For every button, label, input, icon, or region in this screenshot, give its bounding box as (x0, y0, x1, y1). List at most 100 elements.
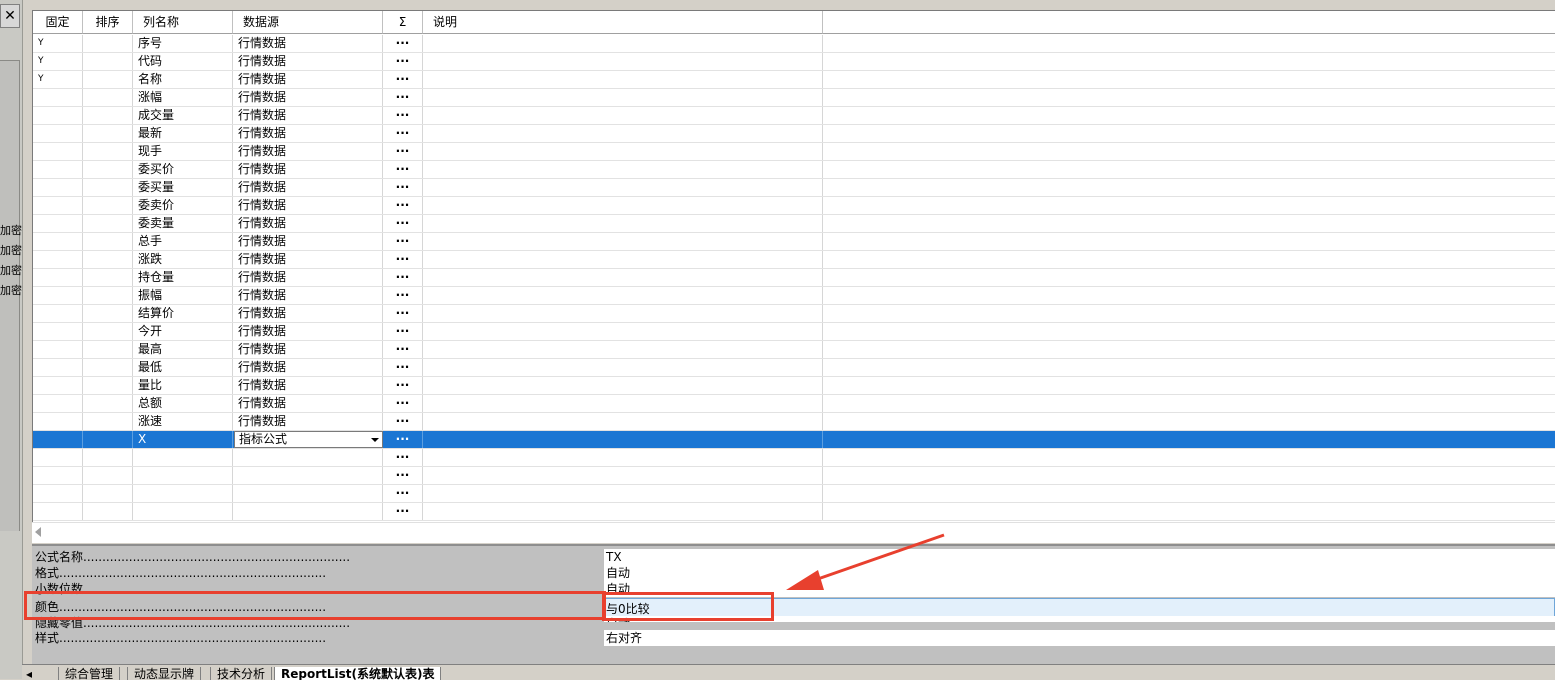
cell-column-name[interactable]: 持仓量 (133, 269, 233, 286)
cell-data-source[interactable]: 行情数据 (233, 251, 383, 268)
header-data-source[interactable]: 数据源 (233, 11, 383, 34)
cell-sort[interactable] (83, 503, 133, 520)
cell-fixed[interactable] (33, 197, 83, 214)
cell-data-source[interactable]: 行情数据 (233, 53, 383, 70)
cell-description[interactable] (423, 413, 823, 430)
cell-column-name[interactable]: 总额 (133, 395, 233, 412)
cell-description[interactable] (423, 341, 823, 358)
cell-column-name[interactable] (133, 449, 233, 466)
cell-description[interactable] (423, 215, 823, 232)
ellipsis-button[interactable]: ··· (383, 35, 423, 52)
cell-data-source[interactable]: 行情数据 (233, 413, 383, 430)
cell-description[interactable] (423, 179, 823, 196)
cell-description[interactable] (423, 107, 823, 124)
header-sort[interactable]: 排序 (83, 11, 133, 34)
cell-fixed[interactable] (33, 89, 83, 106)
cell-sort[interactable] (83, 197, 133, 214)
cell-sort[interactable] (83, 341, 133, 358)
ellipsis-button[interactable]: ··· (383, 143, 423, 160)
cell-data-source[interactable]: 行情数据 (233, 215, 383, 232)
table-row[interactable]: 振幅 行情数据 ··· (33, 287, 1555, 305)
cell-sort[interactable] (83, 287, 133, 304)
header-fixed[interactable]: 固定 (33, 11, 83, 34)
cell-data-source[interactable]: 行情数据 (233, 179, 383, 196)
scroll-left-arrow-icon[interactable] (35, 527, 41, 537)
cell-column-name[interactable]: 最高 (133, 341, 233, 358)
tab-report-list[interactable]: ReportList(系统默认表)表 (274, 667, 442, 680)
cell-column-name[interactable]: 委卖量 (133, 215, 233, 232)
ellipsis-button[interactable]: ··· (383, 359, 423, 376)
cell-data-source[interactable]: 行情数据 (233, 143, 383, 160)
cell-description[interactable] (423, 503, 823, 520)
cell-fixed[interactable] (33, 359, 83, 376)
cell-data-source[interactable]: 行情数据 (233, 269, 383, 286)
cell-fixed[interactable] (33, 413, 83, 430)
cell-column-name[interactable]: 代码 (133, 53, 233, 70)
ellipsis-button[interactable]: ··· (383, 71, 423, 88)
cell-description[interactable] (423, 197, 823, 214)
ellipsis-button[interactable]: ··· (383, 215, 423, 232)
tab-dynamic-board[interactable]: 动态显示牌 (127, 667, 202, 680)
cell-column-name[interactable]: 最低 (133, 359, 233, 376)
cell-fixed[interactable] (33, 485, 83, 502)
cell-fixed[interactable] (33, 143, 83, 160)
cell-column-name[interactable]: 名称 (133, 71, 233, 88)
ellipsis-button[interactable]: ··· (383, 413, 423, 430)
cell-fixed[interactable] (33, 215, 83, 232)
cell-sort[interactable] (83, 233, 133, 250)
table-row[interactable]: 委卖量 行情数据 ··· (33, 215, 1555, 233)
table-row[interactable]: 最新 行情数据 ··· (33, 125, 1555, 143)
cell-column-name[interactable]: 涨跌 (133, 251, 233, 268)
cell-data-source[interactable]: 行情数据 (233, 395, 383, 412)
cell-data-source[interactable]: 行情数据 (233, 359, 383, 376)
cell-description[interactable] (423, 89, 823, 106)
cell-fixed[interactable] (33, 323, 83, 340)
cell-data-source[interactable]: 行情数据 (233, 161, 383, 178)
table-row[interactable]: 涨幅 行情数据 ··· (33, 89, 1555, 107)
cell-data-source[interactable] (233, 449, 383, 466)
horizontal-scrollbar[interactable] (32, 522, 1555, 543)
cell-sort[interactable] (83, 125, 133, 142)
cell-sort[interactable] (83, 143, 133, 160)
cell-data-source[interactable]: 行情数据 (233, 323, 383, 340)
table-row-selected[interactable]: X 指标公式 ··· (33, 431, 1555, 449)
cell-sort[interactable] (83, 53, 133, 70)
cell-fixed[interactable]: Y (33, 53, 83, 70)
data-source-dropdown[interactable]: 指标公式 (234, 431, 383, 448)
table-row[interactable]: 涨跌 行情数据 ··· (33, 251, 1555, 269)
cell-fixed[interactable]: Y (33, 71, 83, 88)
cell-fixed[interactable] (33, 179, 83, 196)
cell-data-source[interactable]: 行情数据 (233, 305, 383, 322)
tab-technical[interactable]: 技术分析 (210, 667, 273, 680)
table-row[interactable]: 委买量 行情数据 ··· (33, 179, 1555, 197)
table-row[interactable]: Y 名称 行情数据 ··· (33, 71, 1555, 89)
cell-sort[interactable] (83, 413, 133, 430)
ellipsis-button[interactable]: ··· (383, 467, 423, 484)
table-row[interactable]: 现手 行情数据 ··· (33, 143, 1555, 161)
ellipsis-button[interactable]: ··· (383, 269, 423, 286)
cell-description[interactable] (423, 251, 823, 268)
cell-data-source[interactable] (233, 503, 383, 520)
cell-column-name[interactable]: 涨幅 (133, 89, 233, 106)
cell-description[interactable] (423, 143, 823, 160)
table-row[interactable]: 成交量 行情数据 ··· (33, 107, 1555, 125)
cell-description[interactable] (423, 359, 823, 376)
cell-data-source[interactable]: 行情数据 (233, 71, 383, 88)
table-row[interactable]: 最高 行情数据 ··· (33, 341, 1555, 359)
ellipsis-button[interactable]: ··· (383, 323, 423, 340)
table-row[interactable]: 委卖价 行情数据 ··· (33, 197, 1555, 215)
cell-column-name[interactable]: 今开 (133, 323, 233, 340)
prop-value-formula-name[interactable]: TX (604, 549, 1555, 565)
cell-description[interactable] (423, 71, 823, 88)
cell-data-source[interactable]: 行情数据 (233, 197, 383, 214)
cell-fixed[interactable] (33, 125, 83, 142)
cell-fixed[interactable] (33, 431, 83, 448)
close-button[interactable]: ✕ (0, 4, 20, 28)
cell-description[interactable] (423, 233, 823, 250)
cell-sort[interactable] (83, 467, 133, 484)
cell-data-source[interactable]: 行情数据 (233, 89, 383, 106)
cell-column-name[interactable]: 总手 (133, 233, 233, 250)
cell-column-name[interactable]: 结算价 (133, 305, 233, 322)
cell-sort[interactable] (83, 485, 133, 502)
ellipsis-button[interactable]: ··· (383, 341, 423, 358)
